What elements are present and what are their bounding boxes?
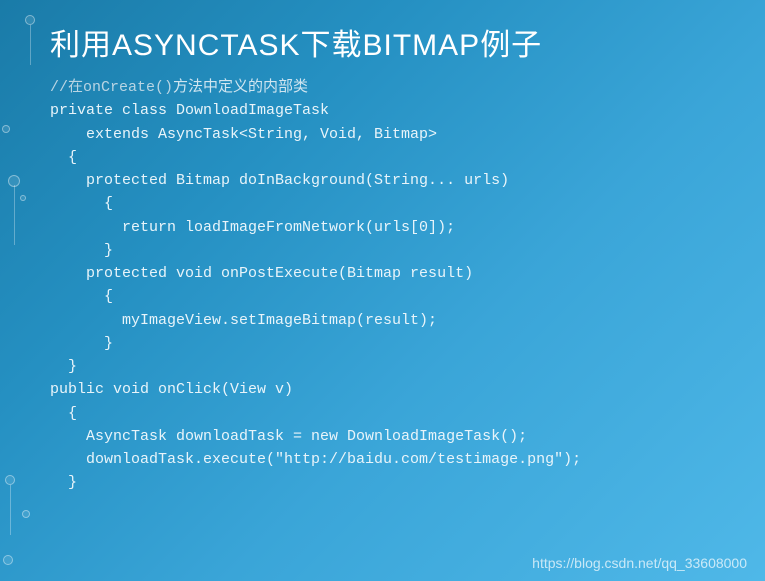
title-part3: 下载: [301, 29, 363, 62]
title-part1: 利用: [50, 29, 112, 62]
code-line: myImageView.setImageBitmap(result);: [50, 309, 725, 332]
title-part4: BITMAP: [363, 29, 481, 62]
code-line: {: [50, 402, 725, 425]
watermark-text: https://blog.csdn.net/qq_33608000: [532, 555, 747, 571]
code-line: downloadTask.execute("http://baidu.com/t…: [50, 448, 725, 471]
code-line: }: [50, 332, 725, 355]
code-comment: //在onCreate()方法中定义的内部类: [50, 76, 725, 99]
code-block: //在onCreate()方法中定义的内部类 private class Dow…: [50, 76, 725, 495]
code-line: }: [50, 471, 725, 494]
code-line: {: [50, 146, 725, 169]
code-line: AsyncTask downloadTask = new DownloadIma…: [50, 425, 725, 448]
slide-title: 利用ASYNCTASK下载BITMAP例子: [50, 20, 725, 64]
code-line: return loadImageFromNetwork(urls[0]);: [50, 216, 725, 239]
code-line: protected Bitmap doInBackground(String..…: [50, 169, 725, 192]
code-line: }: [50, 239, 725, 262]
code-line: {: [50, 192, 725, 215]
code-line: }: [50, 355, 725, 378]
code-line: public void onClick(View v): [50, 378, 725, 401]
comment-prefix: //在: [50, 79, 83, 96]
code-line: {: [50, 285, 725, 308]
comment-method: onCreate(): [83, 79, 173, 96]
title-part2: ASYNCTASK: [112, 29, 301, 62]
comment-suffix: 方法中定义的内部类: [173, 79, 308, 96]
code-line: private class DownloadImageTask: [50, 99, 725, 122]
code-line: extends AsyncTask<String, Void, Bitmap>: [50, 123, 725, 146]
title-part5: 例子: [480, 29, 542, 62]
code-line: protected void onPostExecute(Bitmap resu…: [50, 262, 725, 285]
